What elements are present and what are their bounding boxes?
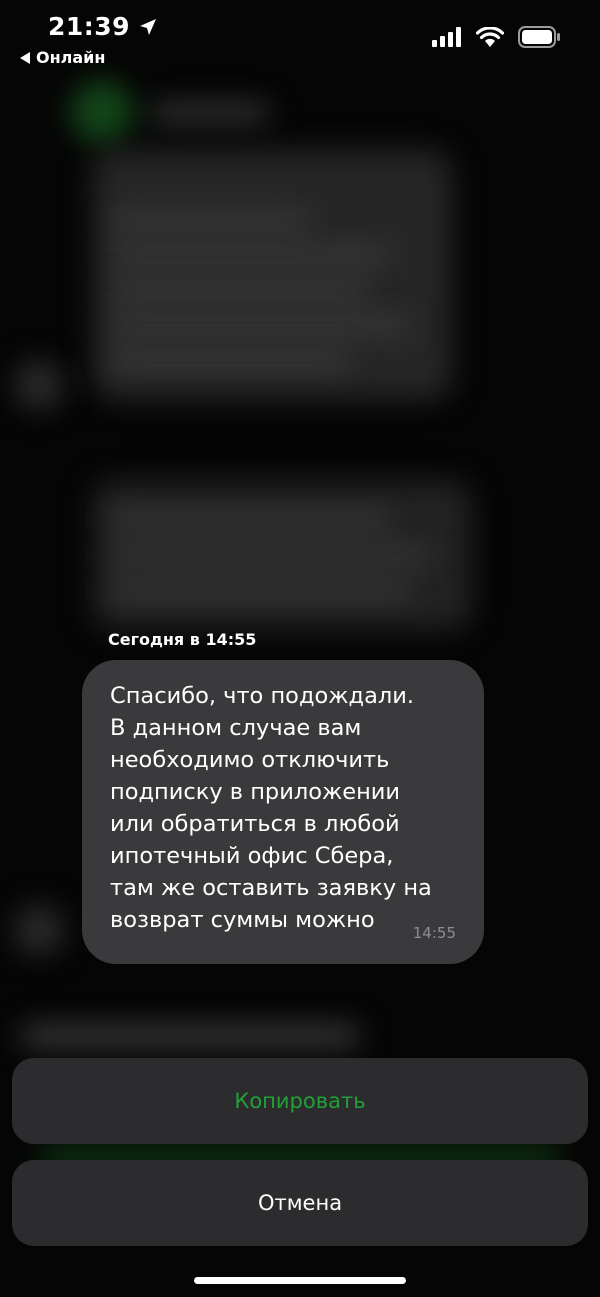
location-arrow-icon bbox=[140, 18, 157, 35]
blurred-contact-name bbox=[150, 104, 270, 122]
blurred-avatar-small bbox=[14, 360, 64, 410]
cancel-button[interactable]: Отмена bbox=[12, 1160, 588, 1246]
blurred-text-line bbox=[110, 550, 430, 560]
message-date-label: Сегодня в 14:55 bbox=[108, 630, 257, 649]
message-time: 14:55 bbox=[412, 924, 456, 942]
back-triangle-icon bbox=[20, 51, 30, 64]
blurred-avatar bbox=[70, 80, 134, 144]
blurred-text-line bbox=[110, 215, 310, 225]
blurred-avatar-small bbox=[14, 905, 64, 955]
blurred-text-line bbox=[110, 250, 390, 260]
blurred-text-line bbox=[110, 585, 410, 595]
blurred-text-line bbox=[110, 320, 410, 330]
back-to-app-link[interactable]: Онлайн bbox=[20, 48, 105, 67]
battery-icon bbox=[518, 26, 560, 48]
blurred-text-line bbox=[110, 355, 350, 365]
message-bubble[interactable]: Спасибо, что подождали. В данном случае … bbox=[82, 660, 484, 964]
status-time-label: 21:39 bbox=[48, 12, 131, 41]
blurred-text-line bbox=[110, 515, 390, 525]
copy-button[interactable]: Копировать bbox=[12, 1058, 588, 1144]
status-indicators bbox=[432, 26, 560, 48]
wifi-icon bbox=[476, 27, 504, 47]
cellular-signal-icon bbox=[432, 27, 461, 47]
back-to-app-label: Онлайн bbox=[36, 48, 106, 67]
message-text: Спасибо, что подождали. В данном случае … bbox=[110, 683, 432, 933]
home-indicator[interactable] bbox=[194, 1277, 406, 1284]
blurred-quick-reply bbox=[20, 1025, 360, 1047]
status-time: 21:39 bbox=[48, 12, 158, 41]
blurred-text-line bbox=[110, 285, 370, 295]
